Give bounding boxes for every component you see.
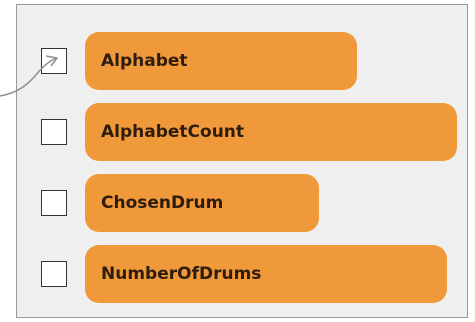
variable-list-panel: Alphabet AlphabetCount ChosenDrum Number… [16, 4, 468, 318]
chosendrum-label: ChosenDrum [101, 193, 224, 213]
alphabet-variable-block[interactable]: Alphabet [85, 32, 357, 90]
alphabetcount-variable-block[interactable]: AlphabetCount [85, 103, 457, 161]
alphabetcount-checkbox[interactable] [41, 119, 67, 145]
callout-arrow-icon [0, 55, 58, 97]
chosendrum-checkbox[interactable] [41, 190, 67, 216]
chosendrum-variable-block[interactable]: ChosenDrum [85, 174, 319, 232]
alphabet-label: Alphabet [101, 51, 188, 71]
list-item: ChosenDrum [17, 174, 337, 232]
list-item: AlphabetCount [17, 103, 457, 161]
list-item: NumberOfDrums [17, 245, 457, 303]
alphabetcount-label: AlphabetCount [101, 122, 245, 142]
numberofdrums-label: NumberOfDrums [101, 264, 262, 284]
numberofdrums-checkbox[interactable] [41, 261, 67, 287]
numberofdrums-variable-block[interactable]: NumberOfDrums [85, 245, 447, 303]
